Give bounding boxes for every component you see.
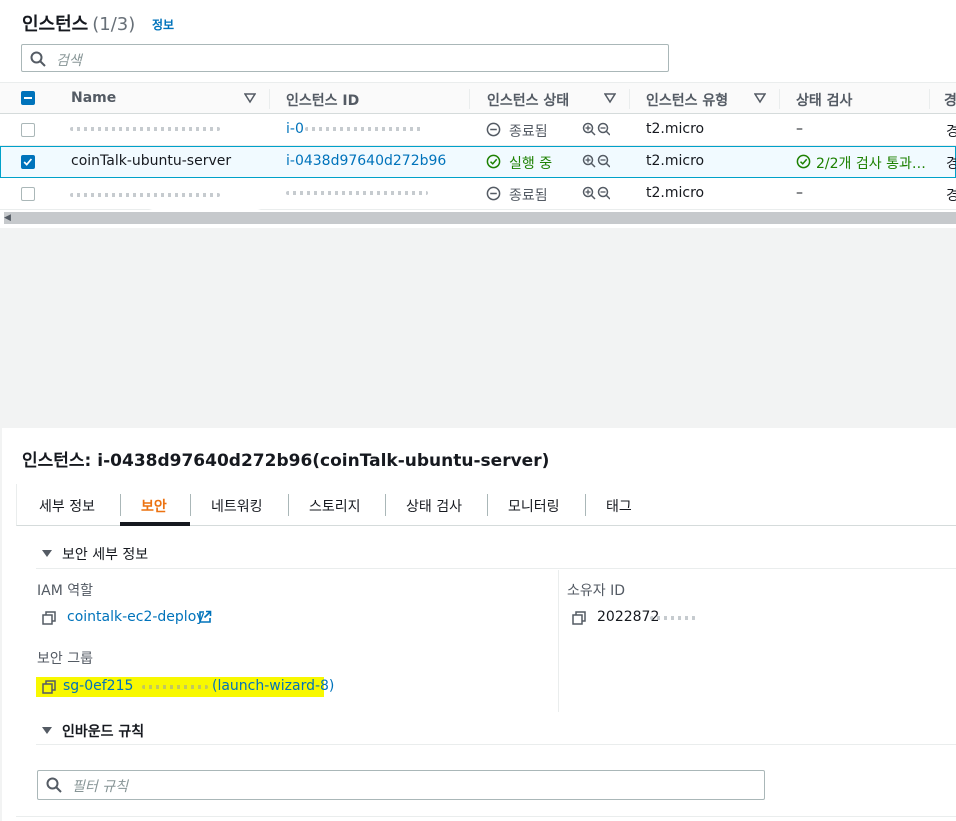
stopped-icon: [486, 186, 501, 201]
check-icon: [23, 158, 33, 166]
instances-title: 인스턴스 (1/3): [22, 14, 136, 35]
scroll-left-icon[interactable]: ◀: [4, 213, 11, 223]
instance-id-link[interactable]: i-0: [286, 121, 304, 137]
instance-type: t2.micro: [646, 121, 705, 137]
sort-icon[interactable]: [604, 92, 616, 104]
sort-icon[interactable]: [754, 92, 766, 104]
tab-status-checks[interactable]: 상태 검사: [406, 496, 462, 516]
row-checkbox[interactable]: [21, 123, 35, 137]
redacted-id: [305, 127, 423, 131]
collapse-caret-icon[interactable]: [42, 550, 52, 557]
checks-passed-icon: [796, 154, 811, 169]
column-header-status-check[interactable]: 상태 검사: [796, 90, 852, 110]
alarm-cell: 경: [946, 124, 956, 140]
tab-networking[interactable]: 네트워킹: [211, 496, 263, 516]
instance-search-input[interactable]: 검색: [21, 44, 669, 72]
table-header: Name 인스턴스 ID 인스턴스 상태 인스턴스 유형 상태 검사 경: [0, 82, 956, 114]
external-link-icon[interactable]: [198, 610, 212, 624]
running-icon: [486, 154, 501, 169]
instance-type: t2.micro: [646, 153, 705, 169]
security-group-label: 보안 그룹: [37, 651, 93, 667]
column-header-type[interactable]: 인스턴스 유형: [646, 90, 728, 110]
search-icon: [30, 51, 46, 67]
table-row[interactable]: 종료됨 t2.micro – 경: [0, 178, 956, 214]
detail-tabs: 세부 정보 보안 네트워킹 스토리지 상태 검사 모니터링 태그: [16, 484, 956, 526]
redacted-owner-id: [650, 616, 696, 620]
instances-panel: 인스턴스 (1/3) 정보 검색 Name 인스턴스 ID 인스턴스 상태 인스턴…: [0, 0, 956, 228]
horizontal-scrollbar[interactable]: [4, 212, 956, 224]
row-checkbox[interactable]: [21, 187, 35, 201]
iam-role-link[interactable]: cointalk-ec2-deploy: [67, 609, 205, 625]
table-row[interactable]: i-0 종료됨 t2.micro – 경: [0, 114, 956, 146]
tab-details[interactable]: 세부 정보: [39, 496, 95, 516]
active-tab-indicator: [120, 522, 190, 526]
detail-title: 인스턴스: i-0438d97640d272b96(coinTalk-ubunt…: [22, 451, 550, 471]
zoom-icon[interactable]: [582, 154, 610, 170]
zoom-icon[interactable]: [582, 122, 610, 138]
redacted-name: [70, 127, 220, 131]
filter-rules-input[interactable]: 필터 규칙: [37, 770, 765, 800]
zoom-icon[interactable]: [582, 186, 610, 202]
alarm-cell: 경: [946, 188, 956, 204]
instance-state: 종료됨: [509, 124, 548, 140]
owner-id-label: 소유자 ID: [567, 583, 625, 599]
redacted-name: [70, 193, 220, 197]
column-header-state[interactable]: 인스턴스 상태: [487, 90, 569, 110]
instance-id-link[interactable]: i-0438d97640d272b96: [286, 153, 446, 169]
table-row-selected[interactable]: coinTalk-ubuntu-server i-0438d97640d272b…: [0, 146, 956, 178]
column-header-instance-id[interactable]: 인스턴스 ID: [286, 90, 359, 110]
sort-icon[interactable]: [244, 92, 256, 104]
column-header-alarm[interactable]: 경: [944, 90, 956, 110]
status-check: –: [796, 185, 803, 201]
stopped-icon: [486, 122, 501, 137]
inbound-rules-heading[interactable]: 인바운드 규칙: [62, 721, 144, 741]
instance-state: 종료됨: [509, 188, 548, 204]
row-checkbox[interactable]: [21, 155, 35, 169]
search-placeholder: 검색: [56, 53, 82, 69]
instance-detail-panel: 인스턴스: i-0438d97640d272b96(coinTalk-ubunt…: [2, 428, 956, 821]
instance-state: 실행 중: [509, 156, 553, 172]
security-group-name[interactable]: (launch-wizard-8): [212, 678, 334, 694]
column-header-name[interactable]: Name: [71, 90, 116, 106]
tab-tags[interactable]: 태그: [606, 496, 632, 516]
redacted-sg-id: [142, 685, 208, 689]
copy-icon[interactable]: [572, 611, 586, 625]
copy-icon[interactable]: [42, 680, 56, 694]
status-check: –: [796, 121, 803, 137]
search-icon: [46, 777, 62, 793]
info-link[interactable]: 정보: [152, 16, 174, 33]
copy-icon[interactable]: [42, 611, 56, 625]
selection-count: (1/3): [92, 14, 136, 35]
security-group-link[interactable]: sg-0ef215: [63, 678, 133, 694]
alarm-cell: 경: [946, 156, 956, 172]
select-all-checkbox[interactable]: [21, 91, 35, 105]
status-check[interactable]: 2/2개 검사 통과…: [816, 153, 926, 173]
instance-type: t2.micro: [646, 185, 705, 201]
filter-placeholder: 필터 규칙: [72, 779, 128, 795]
collapse-caret-icon[interactable]: [42, 727, 52, 734]
tab-monitoring[interactable]: 모니터링: [508, 496, 560, 516]
security-section-heading[interactable]: 보안 세부 정보: [62, 544, 148, 564]
tab-security[interactable]: 보안: [141, 496, 167, 516]
tab-storage[interactable]: 스토리지: [309, 496, 361, 516]
iam-role-label: IAM 역할: [37, 583, 93, 599]
redacted-id: [286, 191, 428, 195]
instance-name: coinTalk-ubuntu-server: [71, 153, 232, 169]
